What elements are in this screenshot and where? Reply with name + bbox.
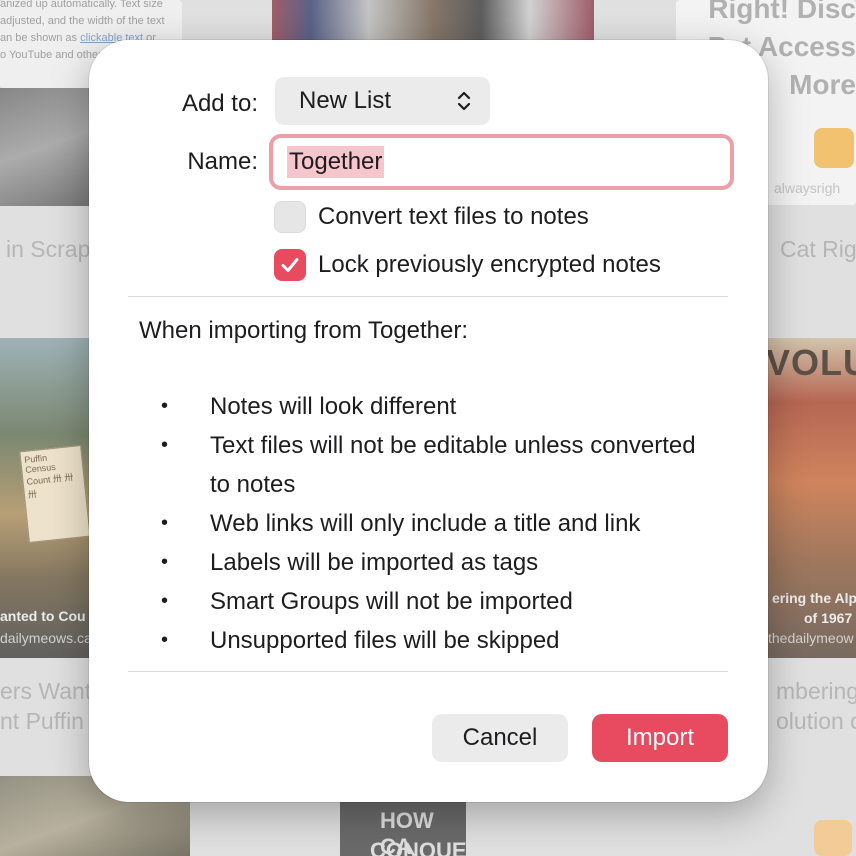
list-item-text: Text files will not be editable unless c… <box>210 432 696 498</box>
list-item: • Web links will only include a title and… <box>161 504 721 543</box>
list-item-text: Smart Groups will not be imported <box>210 588 573 615</box>
cancel-button[interactable]: Cancel <box>432 714 568 762</box>
chevron-up-down-icon <box>457 91 471 111</box>
add-to-popup[interactable]: New List <box>275 77 490 125</box>
bullet-marker: • <box>161 551 169 573</box>
option-lock-encrypted[interactable]: Lock previously encrypted notes <box>274 249 661 281</box>
list-item-text: Notes will look different <box>210 393 457 420</box>
add-to-value: New List <box>299 87 392 114</box>
import-notes-list: • Notes will look different • Text files w… <box>161 387 721 660</box>
list-item: • Unsupported files will be skipped <box>161 621 721 660</box>
list-item: • Smart Groups will not be imported <box>161 582 721 621</box>
list-item-text: Web links will only include a title and … <box>210 510 641 537</box>
divider-top <box>128 296 728 297</box>
checkmark-icon <box>281 258 299 272</box>
add-to-label: Add to: <box>181 90 258 117</box>
list-item: • Text files will not be editable unless … <box>161 426 721 504</box>
divider-bottom <box>128 671 728 672</box>
list-item-text: Unsupported files will be skipped <box>210 627 560 654</box>
lock-encrypted-checkbox[interactable] <box>274 249 306 281</box>
bullet-marker: • <box>161 629 169 651</box>
bullet-marker: • <box>161 590 169 612</box>
list-item-text: Labels will be imported as tags <box>210 549 539 576</box>
convert-text-files-label: Convert text files to notes <box>318 203 589 230</box>
import-button[interactable]: Import <box>592 714 728 762</box>
name-label: Name: <box>187 148 258 175</box>
list-item: • Labels will be imported as tags <box>161 543 721 582</box>
bullet-marker: • <box>161 512 169 534</box>
lock-encrypted-label: Lock previously encrypted notes <box>318 251 661 278</box>
name-field-value: Together <box>287 146 385 178</box>
name-field[interactable]: Together <box>269 134 734 190</box>
list-item: • Notes will look different <box>161 387 721 426</box>
import-intro-text: When importing from Together: <box>139 317 469 344</box>
convert-text-files-checkbox[interactable] <box>274 201 306 233</box>
option-convert-text-files[interactable]: Convert text files to notes <box>274 201 589 233</box>
bullet-marker: • <box>161 434 169 456</box>
bullet-marker: • <box>161 395 169 417</box>
import-dialog: Add to: New List Name: Together Convert … <box>89 40 768 802</box>
